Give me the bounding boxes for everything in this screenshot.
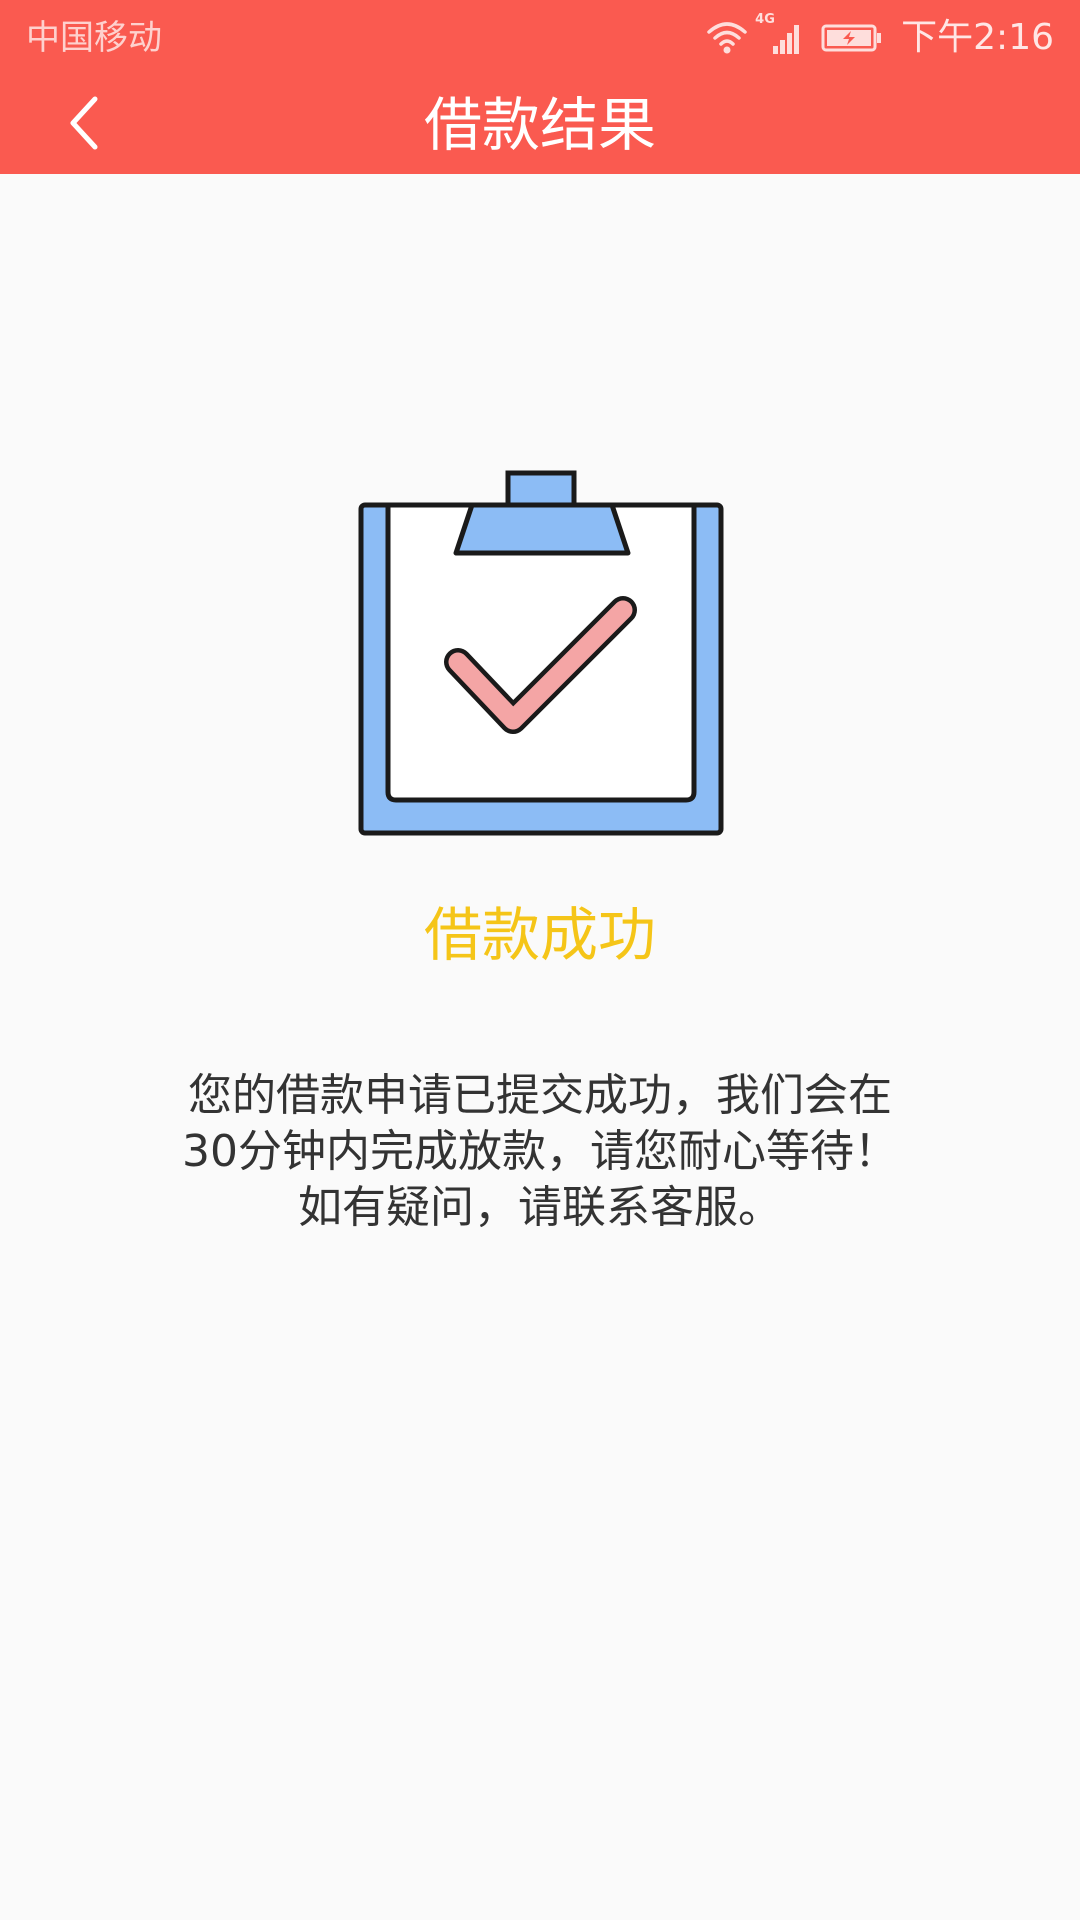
signal-icon: 4G: [755, 12, 805, 56]
clipboard-check-icon: [358, 470, 724, 836]
nav-bar: 借款结果: [0, 76, 1080, 174]
carrier-name: 中国移动: [26, 18, 162, 58]
result-title: 借款成功: [423, 901, 656, 969]
result-message-line: 30分钟内完成放款，请您耐心等待！: [182, 1126, 898, 1177]
status-bar: 中国移动 4G 下午2:16: [0, 0, 1080, 76]
status-icons: 4G 下午2:16: [705, 12, 1054, 62]
app-header: 中国移动 4G 下午2:16 借款结果: [0, 0, 1080, 174]
page-title: 借款结果: [423, 91, 656, 159]
battery-icon: [821, 22, 883, 54]
status-time: 下午2:16: [901, 17, 1054, 58]
result-message-line: 如有疑问，请联系客服。: [298, 1182, 782, 1233]
wifi-icon: [705, 20, 749, 56]
network-type-label: 4G: [755, 12, 775, 27]
result-message-line: 您的借款申请已提交成功，我们会在: [188, 1070, 892, 1121]
result-message: 您的借款申请已提交成功，我们会在 30分钟内完成放款，请您耐心等待！ 如有疑问，…: [120, 1068, 960, 1236]
